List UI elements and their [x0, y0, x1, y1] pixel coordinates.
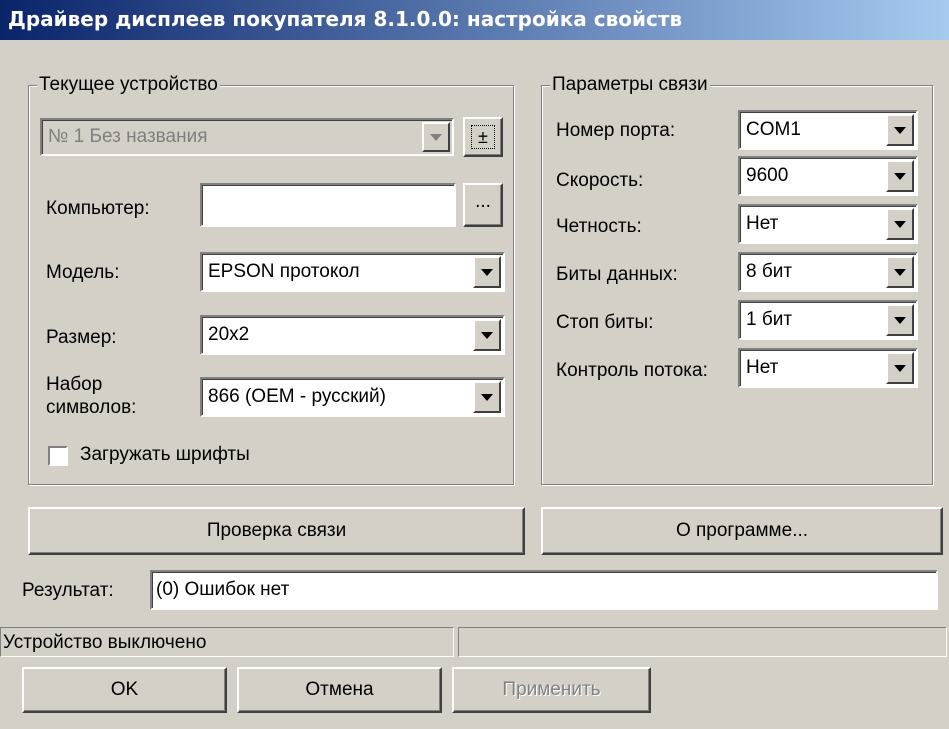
size-select[interactable]: 20x2	[200, 315, 505, 355]
chevron-down-icon[interactable]	[473, 381, 501, 413]
parity-label: Четность:	[556, 216, 642, 237]
properties-dialog: Драйвер дисплеев покупателя 8.1.0.0: нас…	[0, 0, 949, 729]
flow-control-select[interactable]: Нет	[738, 348, 918, 388]
speed-select[interactable]: 9600	[738, 156, 918, 196]
charset-select[interactable]: 866 (OEM - русский)	[200, 377, 505, 417]
connection-params-legend: Параметры связи	[550, 74, 710, 96]
chevron-down-icon[interactable]	[886, 352, 914, 384]
charset-label-line1: Набор	[46, 374, 103, 395]
data-bits-label: Биты данных:	[556, 264, 678, 285]
title-bar[interactable]: Драйвер дисплеев покупателя 8.1.0.0: нас…	[0, 0, 949, 40]
stop-bits-select[interactable]: 1 бит	[738, 300, 918, 340]
about-button[interactable]: О программе...	[541, 507, 943, 555]
model-select[interactable]: EPSON протокол	[200, 252, 505, 292]
speed-label: Скорость:	[556, 170, 644, 191]
size-label: Размер:	[46, 327, 117, 348]
result-label: Результат:	[22, 580, 114, 601]
browse-computer-button[interactable]: ...	[463, 183, 503, 227]
charset-label-line2: символов:	[46, 397, 137, 418]
status-pane-secondary	[458, 627, 947, 657]
cancel-button[interactable]: Отмена	[237, 667, 442, 713]
load-fonts-label[interactable]: Загружать шрифты	[80, 444, 250, 466]
chevron-down-icon[interactable]	[473, 256, 501, 288]
load-fonts-checkbox[interactable]	[48, 446, 68, 466]
apply-button[interactable]: Применить	[452, 667, 651, 713]
ok-button[interactable]: OK	[22, 667, 227, 713]
result-field[interactable]: (0) Ошибок нет	[150, 570, 938, 610]
stop-bits-label: Стоп биты:	[556, 312, 654, 333]
chevron-down-icon[interactable]	[886, 208, 914, 240]
status-pane-main: Устройство выключено	[0, 627, 454, 657]
current-device-legend: Текущее устройство	[37, 74, 220, 96]
port-select[interactable]: COM1	[738, 110, 918, 150]
model-label: Модель:	[46, 262, 120, 283]
chevron-down-icon[interactable]	[473, 319, 501, 351]
flow-control-label: Контроль потока:	[556, 360, 708, 381]
device-selector[interactable]: № 1 Без названия	[40, 118, 454, 156]
check-connection-button[interactable]: Проверка связи	[28, 507, 525, 555]
computer-label: Компьютер:	[46, 198, 150, 219]
chevron-down-icon[interactable]	[886, 304, 914, 336]
chevron-down-icon[interactable]	[886, 160, 914, 192]
computer-field[interactable]	[200, 183, 456, 227]
add-remove-device-button[interactable]: ±	[463, 117, 503, 157]
data-bits-select[interactable]: 8 бит	[738, 252, 918, 292]
plus-minus-icon: ±	[471, 125, 495, 149]
parity-select[interactable]: Нет	[738, 204, 918, 244]
chevron-down-icon[interactable]	[422, 122, 450, 152]
port-label: Номер порта:	[556, 120, 676, 141]
chevron-down-icon[interactable]	[886, 256, 914, 288]
chevron-down-icon[interactable]	[886, 114, 914, 146]
window-title: Драйвер дисплеев покупателя 8.1.0.0: нас…	[8, 7, 683, 31]
